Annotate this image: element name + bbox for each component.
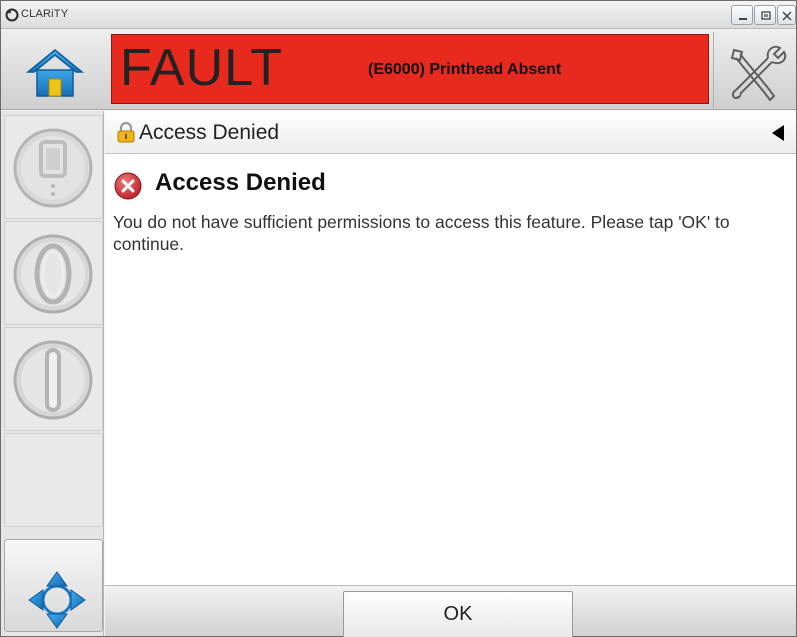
minimize-button[interactable] xyxy=(731,5,753,25)
bottom-action-bar: OK xyxy=(105,585,796,637)
navigation-button[interactable] xyxy=(4,539,103,632)
main-content: Access Denied Access Denied You do not h… xyxy=(105,111,796,585)
dialog-message: You do not have sufficient permissions t… xyxy=(113,212,730,254)
minimize-icon xyxy=(739,18,747,20)
dialog-title: Access Denied xyxy=(155,169,326,196)
window-title: CLARiTY xyxy=(21,8,69,20)
status-word: FAULT xyxy=(120,39,283,97)
maximize-icon xyxy=(761,11,771,20)
fault-message: (E6000) Printhead Absent xyxy=(368,61,562,78)
ink-system-icon xyxy=(13,128,93,208)
left-sidebar xyxy=(1,111,104,636)
close-icon xyxy=(782,11,792,21)
ok-button[interactable]: OK xyxy=(343,591,573,637)
status-header: FAULT (E6000) Printhead Absent xyxy=(1,30,796,110)
printer-stop-button[interactable] xyxy=(4,221,103,325)
fault-banner[interactable]: FAULT (E6000) Printhead Absent xyxy=(111,34,709,104)
printer-start-button[interactable] xyxy=(4,327,103,431)
navigation-arrows-icon xyxy=(28,571,86,629)
back-arrow-icon[interactable] xyxy=(768,123,788,143)
empty-sidebar-slot xyxy=(4,433,103,527)
tools-button[interactable] xyxy=(713,32,795,108)
lock-icon xyxy=(117,121,135,143)
home-icon xyxy=(25,49,85,97)
title-bar: CLARiTY xyxy=(1,1,796,29)
breadcrumb-title: Access Denied xyxy=(139,121,280,144)
printer-start-icon xyxy=(13,340,93,420)
app-window: CLARiTY FAULT (E6000) Printhead Absent A… xyxy=(0,0,797,637)
home-button[interactable] xyxy=(1,32,105,108)
clarity-logo-icon xyxy=(5,8,19,22)
ink-system-button[interactable] xyxy=(4,115,103,219)
tools-icon xyxy=(730,45,787,102)
maximize-button[interactable] xyxy=(754,5,776,25)
error-icon xyxy=(114,172,142,200)
breadcrumb-bar: Access Denied xyxy=(105,111,796,154)
printer-stop-icon xyxy=(13,234,93,314)
close-button[interactable] xyxy=(777,5,796,25)
